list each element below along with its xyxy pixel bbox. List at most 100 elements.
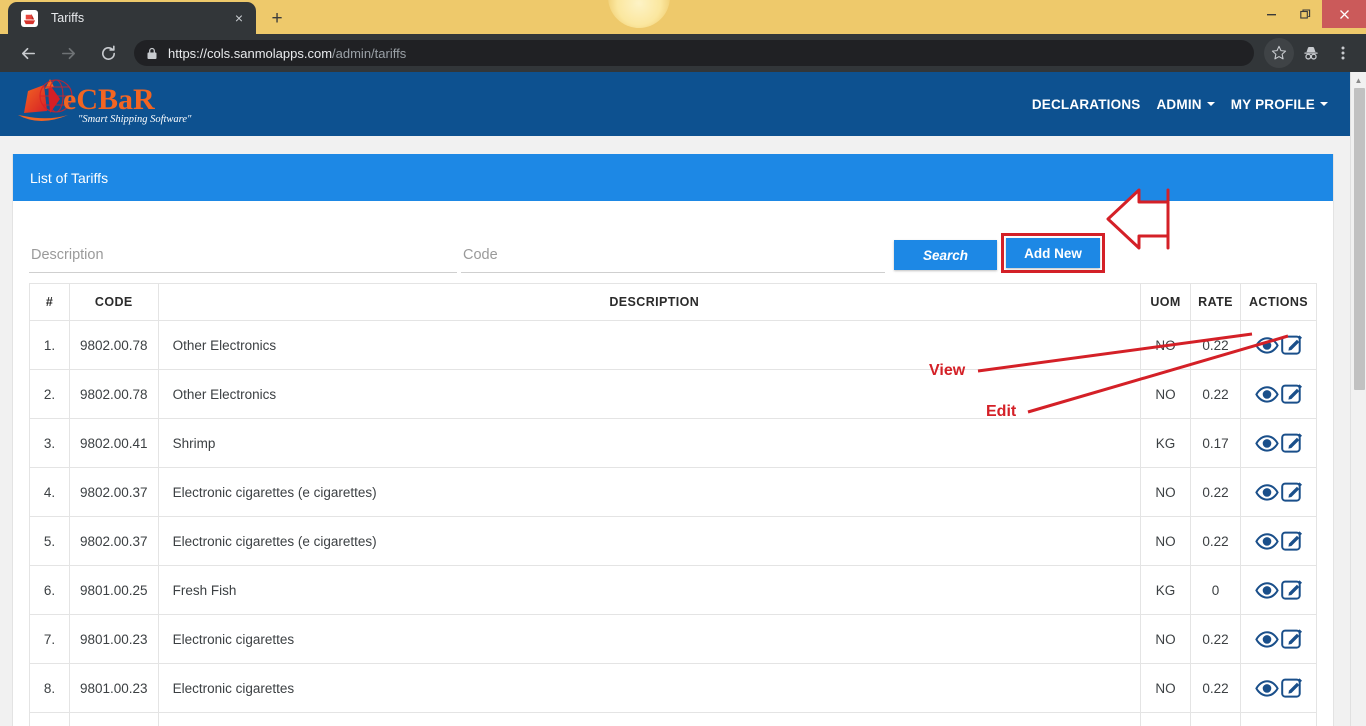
panel-header: List of Tariffs [13,154,1333,201]
site-navbar: eCBaR "Smart Shipping Software" DECLARAT… [0,72,1366,136]
nav-link-declarations[interactable]: DECLARATIONS [1032,97,1141,112]
nav-link-admin-label: ADMIN [1156,96,1202,112]
eye-icon[interactable] [1254,581,1279,599]
browser-title-bar: Tariffs × + [0,0,1366,34]
cell-uom: NO [1140,320,1191,370]
svg-text:eCBaR: eCBaR [63,83,155,116]
scroll-up-arrow-icon[interactable]: ▲ [1351,72,1366,88]
cell-code: 9802.00.41 [69,418,159,468]
browser-tab-title: Tariffs [51,11,85,25]
cell-num: 8. [29,663,70,713]
scrollbar-thumb[interactable] [1354,88,1365,390]
cell-rate: 0.22 [1190,712,1241,726]
edit-pencil-icon[interactable] [1280,383,1303,405]
back-icon[interactable] [13,38,43,68]
eye-icon[interactable] [1254,483,1279,501]
cell-rate: 0.22 [1190,663,1241,713]
column-header-code: CODE [69,283,159,321]
address-bar-url: https://cols.sanmolapps.com/admin/tariff… [168,46,406,61]
edit-pencil-icon[interactable] [1280,530,1303,552]
minimize-icon[interactable] [1254,0,1288,28]
titlebar-decoration [608,0,670,28]
edit-pencil-icon[interactable] [1280,334,1303,356]
nav-link-admin[interactable]: ADMIN [1156,96,1215,112]
browser-tab[interactable]: Tariffs × [8,2,256,34]
edit-pencil-icon[interactable] [1280,677,1303,699]
edit-pencil-icon[interactable] [1280,481,1303,503]
incognito-icon[interactable] [1296,38,1326,68]
cell-uom: NO [1140,516,1191,566]
table-header-row: # CODE DESCRIPTION UOM RATE ACTIONS [29,283,1317,321]
eye-icon[interactable] [1254,679,1279,697]
window-close-icon[interactable] [1322,0,1366,28]
cell-code: 9802.00.78 [69,320,159,370]
browser-toolbar: https://cols.sanmolapps.com/admin/tariff… [0,34,1366,72]
star-icon[interactable] [1264,38,1294,68]
url-host: https://cols.sanmolapps.com [168,45,333,61]
reload-icon[interactable] [93,38,123,68]
page-viewport: eCBaR "Smart Shipping Software" DECLARAT… [0,72,1366,726]
eye-icon[interactable] [1254,385,1279,403]
edit-pencil-icon[interactable] [1280,628,1303,650]
new-tab-button[interactable]: + [262,4,292,32]
window-controls [1254,0,1366,28]
column-header-rate: RATE [1190,283,1241,321]
address-bar[interactable]: https://cols.sanmolapps.com/admin/tariff… [134,40,1254,66]
panel-body: Search Add New # CODE DESCRIPTION UOM RA… [13,201,1333,726]
nav-link-my-profile[interactable]: MY PROFILE [1231,97,1328,112]
site-nav-links: DECLARATIONS ADMIN MY PROFILE [1032,97,1350,112]
maximize-icon[interactable] [1288,0,1322,28]
table-header: # CODE DESCRIPTION UOM RATE ACTIONS [29,283,1317,321]
column-header-actions: ACTIONS [1240,283,1317,321]
eye-icon[interactable] [1254,434,1279,452]
cell-description: Fresh Fish [157,565,1142,615]
cell-rate: 0 [1190,565,1241,615]
cell-actions [1240,467,1317,517]
cell-num: 5. [29,516,70,566]
cell-code: 9802.00.37 [69,467,159,517]
cell-description: Other Electronics [157,369,1142,419]
code-input[interactable] [461,241,885,273]
description-input[interactable] [29,241,457,273]
cell-actions [1240,516,1317,566]
cell-uom: NO [1140,663,1191,713]
cell-num: 3. [29,418,70,468]
table-row: 9.9109.90.00HondashiNO0.22 [29,712,1317,726]
cell-num: 4. [29,467,70,517]
kebab-menu-icon[interactable] [1328,38,1358,68]
table-row: 3. 9802.00.41 Shrimp KG 0.17 [29,418,1317,468]
cell-code: 9802.00.37 [69,516,159,566]
cell-description: Shrimp [157,418,1142,468]
search-button[interactable]: Search [894,240,997,270]
table-row: 5. 9802.00.37 Electronic cigarettes (e cig… [29,516,1317,566]
cell-uom: NO [1140,467,1191,517]
nav-link-my-profile-label: MY PROFILE [1230,96,1315,112]
table-row: 8. 9801.00.23 Electronic cigarettes NO 0.22 [29,663,1317,713]
cell-code: 9802.00.78 [69,369,159,419]
cell-description: Electronic cigarettes (e cigarettes) [157,516,1142,566]
cell-description: Other Electronics [157,320,1142,370]
cell-description: Electronic cigarettes (e cigarettes) [157,467,1142,517]
tariffs-table: # CODE DESCRIPTION UOM RATE ACTIONS 1. 98… [29,283,1317,726]
table-row: 1. 9802.00.78 Other Electronics NO 0.22 [29,320,1317,370]
close-icon[interactable]: × [230,9,248,27]
cell-rate: 0.22 [1190,369,1241,419]
ship-globe-logo: eCBaR "Smart Shipping Software" [18,79,192,125]
forward-icon[interactable] [53,38,83,68]
add-new-button[interactable]: Add New [1006,238,1100,268]
cell-num: 7. [29,614,70,664]
brand-logo[interactable]: eCBaR "Smart Shipping Software" [14,75,204,133]
page-scrollbar[interactable]: ▲ [1350,72,1366,726]
edit-pencil-icon[interactable] [1280,432,1303,454]
filter-bar: Search Add New [29,221,1317,273]
eye-icon[interactable] [1254,532,1279,550]
table-body: 1. 9802.00.78 Other Electronics NO 0.22 2. 980… [29,320,1317,726]
eye-icon[interactable] [1254,630,1279,648]
cell-rate: 0.17 [1190,418,1241,468]
eye-icon[interactable] [1254,336,1279,354]
cell-code: 9801.00.23 [69,614,159,664]
edit-pencil-icon[interactable] [1280,579,1303,601]
table-row: 7. 9801.00.23 Electronic cigarettes NO 0.22 [29,614,1317,664]
add-new-highlight: Add New [1001,233,1105,273]
cell-uom: NO [1140,369,1191,419]
